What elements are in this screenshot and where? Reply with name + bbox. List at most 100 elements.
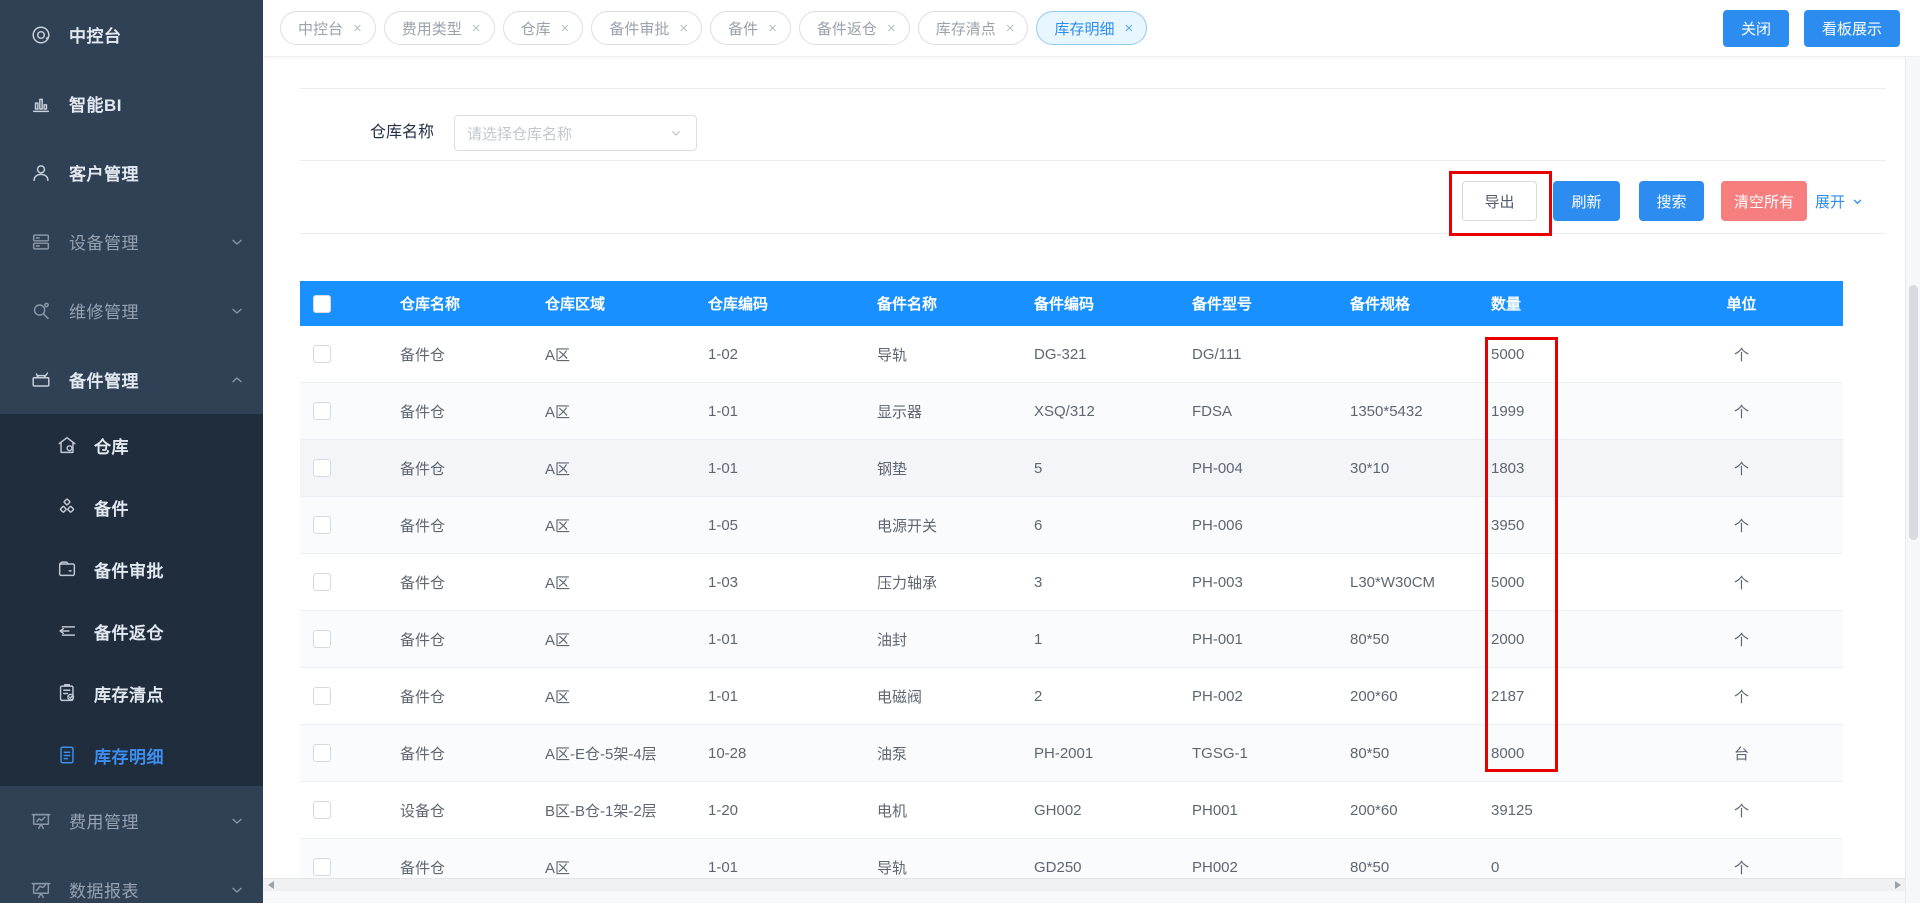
sidebar-item-device-mgmt[interactable]: 设备管理	[0, 207, 263, 276]
sidebar-item-stock-detail[interactable]: 库存明细	[0, 724, 263, 786]
column-header: 数量	[1481, 281, 1640, 326]
table-row[interactable]: 备件仓 A区 1-01 电磁阀 2 PH-002 200*60 2187 个	[300, 667, 1843, 725]
cell: 个	[1640, 667, 1843, 725]
expand-toggle[interactable]: 展开	[1815, 181, 1865, 221]
chevron-down-icon	[229, 813, 245, 829]
tab-parts-return[interactable]: 备件返仓 ×	[798, 11, 910, 45]
cell: 6	[1024, 496, 1182, 554]
clear-all-button[interactable]: 清空所有	[1721, 181, 1807, 221]
table-row[interactable]: 备件仓 A区 1-01 油封 1 PH-001 80*50 2000 个	[300, 610, 1843, 668]
horizontal-scrollbar[interactable]	[263, 878, 1906, 891]
row-checkbox[interactable]	[313, 858, 331, 876]
sidebar-item-spare-parts-mgmt[interactable]: 备件管理	[0, 345, 263, 414]
scroll-right-icon[interactable]	[1895, 881, 1901, 889]
topbar-buttons: 关闭 看板展示	[1722, 9, 1900, 47]
cell: 个	[1640, 610, 1843, 668]
sidebar-item-stock-count[interactable]: 库存清点	[0, 662, 263, 724]
cell: GH002	[1024, 781, 1182, 839]
sidebar-item-data-report[interactable]: 数据报表	[0, 855, 263, 924]
select-all-checkbox[interactable]	[313, 294, 331, 313]
close-tab-icon[interactable]: ×	[1124, 21, 1133, 36]
cell	[1340, 496, 1481, 554]
column-header: 备件名称	[867, 281, 1024, 326]
cell: 钢垫	[867, 439, 1024, 497]
close-tab-icon[interactable]: ×	[887, 21, 896, 36]
sidebar-item-label: 中控台	[69, 27, 122, 46]
cell: 1999	[1481, 382, 1640, 440]
scroll-left-icon[interactable]	[268, 881, 274, 889]
row-select-cell	[300, 610, 390, 668]
export-button[interactable]: 导出	[1462, 181, 1537, 221]
row-select-cell	[300, 724, 390, 782]
cell: PH-002	[1182, 667, 1340, 725]
row-checkbox[interactable]	[313, 345, 331, 363]
cell: 备件仓	[390, 667, 535, 725]
row-checkbox[interactable]	[313, 402, 331, 420]
sidebar-item-spare-parts[interactable]: 备件	[0, 476, 263, 538]
cell: 200*60	[1340, 781, 1481, 839]
table-row[interactable]: 备件仓 A区-E仓-5架-4层 10-28 油泵 PH-2001 TGSG-1 80*50 8…	[300, 724, 1843, 782]
sidebar-item-label: 备件	[94, 499, 129, 519]
row-checkbox[interactable]	[313, 744, 331, 762]
row-checkbox[interactable]	[313, 459, 331, 477]
table-row[interactable]: 备件仓 A区 1-02 导轨 DG-321 DG/111 5000 个	[300, 326, 1843, 383]
customer-icon	[30, 162, 52, 184]
tab-parts[interactable]: 备件 ×	[710, 11, 791, 45]
close-tab-icon[interactable]: ×	[679, 21, 688, 36]
search-button[interactable]: 搜索	[1639, 181, 1704, 221]
tab-warehouse[interactable]: 仓库 ×	[502, 11, 584, 45]
chevron-down-icon	[229, 882, 245, 898]
row-select-cell	[300, 496, 390, 554]
sidebar-item-customer-mgmt[interactable]: 客户管理	[0, 138, 263, 207]
cell: PH-2001	[1024, 724, 1182, 782]
cell: A区	[535, 439, 698, 497]
sidebar-item-repair-mgmt[interactable]: 维修管理	[0, 276, 263, 345]
cell: 3	[1024, 553, 1182, 611]
sidebar-item-smart-bi[interactable]: 智能BI	[0, 69, 263, 138]
row-checkbox[interactable]	[313, 630, 331, 648]
row-checkbox[interactable]	[313, 687, 331, 705]
tab-expense-type[interactable]: 费用类型 ×	[383, 11, 495, 45]
document-icon	[56, 744, 78, 766]
cell: A区	[535, 496, 698, 554]
close-tab-icon[interactable]: ×	[1006, 21, 1015, 36]
sidebar-item-label: 维修管理	[69, 303, 139, 322]
board-display-button[interactable]: 看板展示	[1803, 9, 1900, 47]
close-button[interactable]: 关闭	[1722, 9, 1789, 47]
table-row[interactable]: 备件仓 A区 1-05 电源开关 6 PH-006 3950 个	[300, 496, 1843, 554]
table-row[interactable]: 备件仓 A区 1-03 压力轴承 3 PH-003 L30*W30CM 5000 个	[300, 553, 1843, 611]
sidebar-item-parts-approval[interactable]: 备件审批	[0, 538, 263, 600]
sidebar-item-expense-mgmt[interactable]: 费用管理	[0, 786, 263, 855]
close-tab-icon[interactable]: ×	[561, 21, 570, 36]
row-select-cell	[300, 326, 390, 383]
sidebar-item-console[interactable]: 中控台	[0, 0, 263, 69]
column-header: 仓库名称	[390, 281, 535, 326]
warehouse-select[interactable]: 请选择仓库名称	[454, 115, 697, 151]
tab-stock-count[interactable]: 库存清点 ×	[917, 11, 1029, 45]
cell: 39125	[1481, 781, 1640, 839]
table-row[interactable]: 设备仓 B区-B仓-1架-2层 1-20 电机 GH002 PH001 200*60 3912…	[300, 781, 1843, 839]
row-checkbox[interactable]	[313, 516, 331, 534]
close-tab-icon[interactable]: ×	[353, 21, 362, 36]
close-tab-icon[interactable]: ×	[472, 21, 481, 36]
cell: 备件仓	[390, 382, 535, 440]
sidebar-item-parts-return[interactable]: 备件返仓	[0, 600, 263, 662]
table-row[interactable]: 备件仓 A区 1-01 显示器 XSQ/312 FDSA 1350*5432 1999 个	[300, 382, 1843, 440]
row-checkbox[interactable]	[313, 801, 331, 819]
tab-stock-detail[interactable]: 库存明细 ×	[1036, 11, 1148, 45]
toolbox-icon	[30, 369, 52, 391]
open-tabs: 中控台 × 费用类型 × 仓库 × 备件审批 × 备件 × 备件返仓 × 库存清点 × 库存明细 ×	[280, 11, 1723, 45]
cell: 油封	[867, 610, 1024, 668]
cell: 个	[1640, 781, 1843, 839]
row-checkbox[interactable]	[313, 573, 331, 591]
tab-parts-approval[interactable]: 备件审批 ×	[591, 11, 703, 45]
table-row[interactable]: 备件仓 A区 1-01 钢垫 5 PH-004 30*10 1803 个	[300, 439, 1843, 497]
tab-console[interactable]: 中控台 ×	[280, 11, 376, 45]
cell: 200*60	[1340, 667, 1481, 725]
sidebar-item-warehouse[interactable]: 仓库	[0, 414, 263, 476]
refresh-button[interactable]: 刷新	[1553, 181, 1620, 221]
cell: PH-006	[1182, 496, 1340, 554]
close-tab-icon[interactable]: ×	[768, 21, 777, 36]
vertical-scrollbar[interactable]	[1905, 57, 1920, 903]
scrollbar-thumb[interactable]	[1909, 285, 1918, 540]
